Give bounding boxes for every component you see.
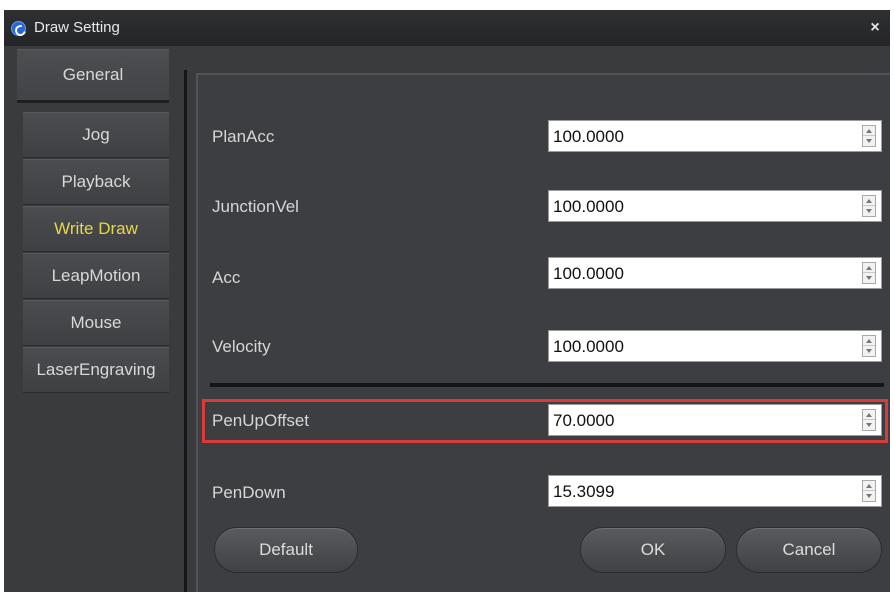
spin-up-icon[interactable] xyxy=(863,481,875,491)
pendown-value[interactable]: 15.3099 xyxy=(553,482,614,502)
spin-up-icon[interactable] xyxy=(863,410,875,420)
nav-item-leapmotion[interactable]: LeapMotion xyxy=(23,253,169,299)
section-divider xyxy=(210,383,884,387)
planacc-label: PlanAcc xyxy=(212,127,275,146)
nav-item-jog[interactable]: Jog xyxy=(23,112,169,158)
spin-up-icon[interactable] xyxy=(863,263,875,273)
spin-down-icon[interactable] xyxy=(863,136,875,146)
nav-item-playback[interactable]: Playback xyxy=(23,159,169,205)
velocity-value[interactable]: 100.0000 xyxy=(553,337,624,357)
acc-value[interactable]: 100.0000 xyxy=(553,264,624,284)
spin-up-icon[interactable] xyxy=(863,196,875,206)
app-logo-icon xyxy=(11,21,26,36)
draw-setting-window: Draw Setting × General Jog Playback Writ… xyxy=(4,10,890,592)
title-bar: Draw Setting × xyxy=(4,10,890,46)
velocity-spinbox[interactable]: 100.0000 xyxy=(548,330,882,362)
pendown-stepper[interactable] xyxy=(862,480,876,502)
nav-item-mouse[interactable]: Mouse xyxy=(23,300,169,346)
junctionvel-value[interactable]: 100.0000 xyxy=(553,197,624,217)
nav-item-write-draw[interactable]: Write Draw xyxy=(23,206,169,252)
pendown-label: PenDown xyxy=(212,483,286,502)
planacc-value[interactable]: 100.0000 xyxy=(553,127,624,147)
velocity-stepper[interactable] xyxy=(862,335,876,357)
planacc-spinbox[interactable]: 100.0000 xyxy=(548,120,882,152)
spin-down-icon[interactable] xyxy=(863,420,875,430)
cancel-button[interactable]: Cancel xyxy=(736,527,882,573)
window-title: Draw Setting xyxy=(34,19,120,36)
nav-item-general[interactable]: General xyxy=(17,49,169,103)
pendown-spinbox[interactable]: 15.3099 xyxy=(548,475,882,507)
close-button[interactable]: × xyxy=(866,18,884,38)
write-draw-panel: PlanAcc 100.0000 JunctionVel 100.0000 Ac… xyxy=(196,73,890,592)
acc-spinbox[interactable]: 100.0000 xyxy=(548,257,882,289)
junctionvel-stepper[interactable] xyxy=(862,195,876,217)
nav-divider xyxy=(184,70,187,592)
acc-stepper[interactable] xyxy=(862,262,876,284)
penupoffset-stepper[interactable] xyxy=(862,409,876,431)
settings-nav: General Jog Playback Write Draw LeapMoti… xyxy=(4,46,182,592)
junctionvel-spinbox[interactable]: 100.0000 xyxy=(548,190,882,222)
spin-down-icon[interactable] xyxy=(863,346,875,356)
default-button[interactable]: Default xyxy=(214,527,358,573)
nav-item-laserengraving[interactable]: LaserEngraving xyxy=(23,347,169,393)
velocity-label: Velocity xyxy=(212,337,271,356)
spin-up-icon[interactable] xyxy=(863,126,875,136)
spin-down-icon[interactable] xyxy=(863,206,875,216)
penupoffset-label: PenUpOffset xyxy=(212,411,310,430)
spin-down-icon[interactable] xyxy=(863,491,875,501)
acc-label: Acc xyxy=(212,268,241,287)
planacc-stepper[interactable] xyxy=(862,125,876,147)
spin-up-icon[interactable] xyxy=(863,336,875,346)
penupoffset-spinbox[interactable]: 70.0000 xyxy=(548,404,882,436)
ok-button[interactable]: OK xyxy=(580,527,726,573)
penupoffset-value[interactable]: 70.0000 xyxy=(553,411,614,431)
spin-down-icon[interactable] xyxy=(863,273,875,283)
junctionvel-label: JunctionVel xyxy=(212,197,299,216)
